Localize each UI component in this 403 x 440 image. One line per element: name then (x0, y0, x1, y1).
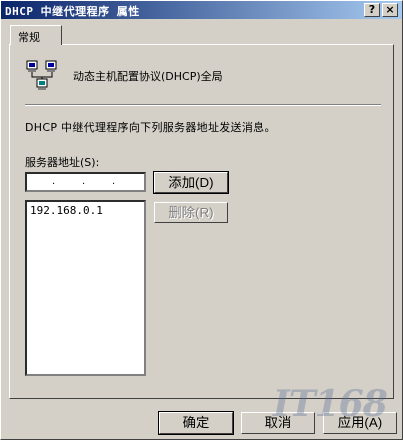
network-computers-icon (26, 59, 58, 91)
server-address-list[interactable]: 192.168.0.1 (25, 200, 146, 376)
list-item[interactable]: 192.168.0.1 (30, 204, 103, 217)
ip-octet-separator: . (112, 176, 116, 187)
server-address-label: 服务器地址(S): (25, 156, 100, 169)
remove-button[interactable]: 删除(R) (154, 202, 228, 223)
ip-octet-separator: . (52, 176, 56, 187)
it168-watermark: IT168 (273, 383, 388, 425)
ip-octet-separator: . (82, 176, 86, 187)
properties-dialog: DHCP 中继代理程序 属性 ? × 常规 动态主机配置协议(DHCP)全局 D… (0, 0, 403, 440)
window-title: DHCP 中继代理程序 属性 (5, 5, 140, 18)
add-button[interactable]: 添加(D) (153, 171, 229, 194)
tab-general[interactable]: 常规 (10, 25, 62, 45)
title-bar[interactable]: DHCP 中继代理程序 属性 ? × (1, 1, 402, 19)
help-button[interactable]: ? (364, 3, 380, 17)
dhcp-global-heading: 动态主机配置协议(DHCP)全局 (73, 70, 223, 83)
ok-button[interactable]: 确定 (158, 411, 234, 435)
tab-general-label: 常规 (18, 31, 40, 44)
server-ip-input[interactable]: . . . (25, 172, 146, 192)
relay-description: DHCP 中继代理程序向下列服务器地址发送消息。 (25, 121, 276, 134)
close-button[interactable]: × (382, 3, 398, 17)
divider (25, 104, 381, 106)
